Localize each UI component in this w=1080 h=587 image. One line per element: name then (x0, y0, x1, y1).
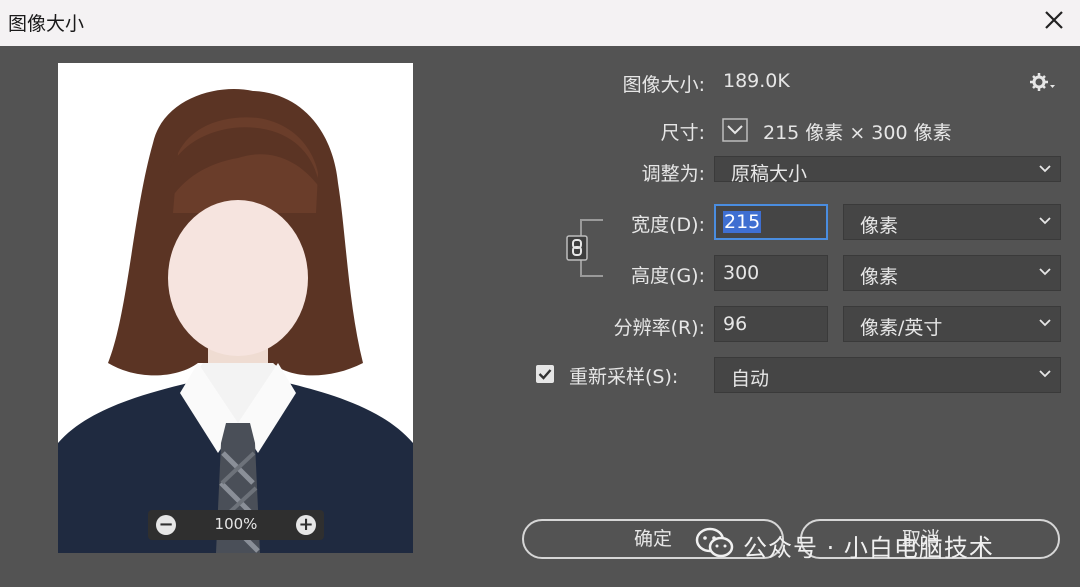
watermark-text: 公众号 · 小白电脑技术 (743, 534, 994, 562)
zoom-out-icon[interactable]: − (156, 515, 176, 535)
zoom-level: 100% (214, 515, 258, 533)
title-bar: 图像大小 (0, 0, 1080, 46)
height-unit-dropdown[interactable]: 像素 (843, 255, 1061, 291)
chevron-down-icon (1039, 165, 1051, 173)
close-icon[interactable] (1040, 6, 1068, 34)
resolution-label: 分辨率(R): (613, 317, 705, 339)
chevron-down-icon (1039, 319, 1051, 327)
resolution-input[interactable]: 96 (714, 306, 828, 342)
fit-to-label: 调整为: (641, 163, 705, 185)
fit-to-dropdown[interactable]: 原稿大小 (714, 156, 1061, 185)
settings-gear-icon[interactable] (1030, 72, 1056, 92)
resolution-value: 96 (723, 313, 748, 335)
chevron-down-icon (1039, 217, 1051, 225)
resample-dropdown[interactable]: 自动 (714, 357, 1061, 393)
width-label: 宽度(D): (631, 214, 705, 236)
dimensions-value: 215 像素 × 300 像素 (763, 122, 952, 144)
image-size-label: 图像大小: (622, 74, 705, 96)
wechat-icon (695, 527, 734, 558)
height-value: 300 (723, 262, 760, 284)
chevron-down-icon (1039, 268, 1051, 276)
height-label: 高度(G): (631, 265, 705, 287)
constrain-proportions-icon[interactable] (566, 235, 588, 261)
zoom-in-icon[interactable]: + (296, 515, 316, 535)
image-preview (58, 63, 413, 553)
resample-label: 重新采样(S): (569, 366, 679, 388)
height-input[interactable]: 300 (714, 255, 828, 291)
resolution-unit: 像素/英寸 (860, 317, 943, 339)
width-unit-dropdown[interactable]: 像素 (843, 204, 1061, 240)
height-unit: 像素 (860, 266, 899, 288)
width-unit: 像素 (860, 215, 899, 237)
chevron-down-icon (1039, 370, 1051, 378)
dimensions-label: 尺寸: (660, 122, 705, 144)
portrait-image (58, 63, 413, 553)
width-input[interactable]: 215 (714, 204, 828, 240)
resample-value: 自动 (731, 368, 770, 390)
width-value: 215 (723, 211, 762, 233)
resolution-unit-dropdown[interactable]: 像素/英寸 (843, 306, 1061, 342)
fit-to-value: 原稿大小 (731, 163, 808, 185)
dimensions-toggle-icon[interactable] (722, 118, 748, 142)
image-size-value: 189.0K (723, 70, 790, 92)
dialog-title: 图像大小 (8, 13, 85, 35)
resample-checkbox[interactable] (535, 364, 555, 384)
zoom-control: − 100% + (148, 510, 324, 540)
